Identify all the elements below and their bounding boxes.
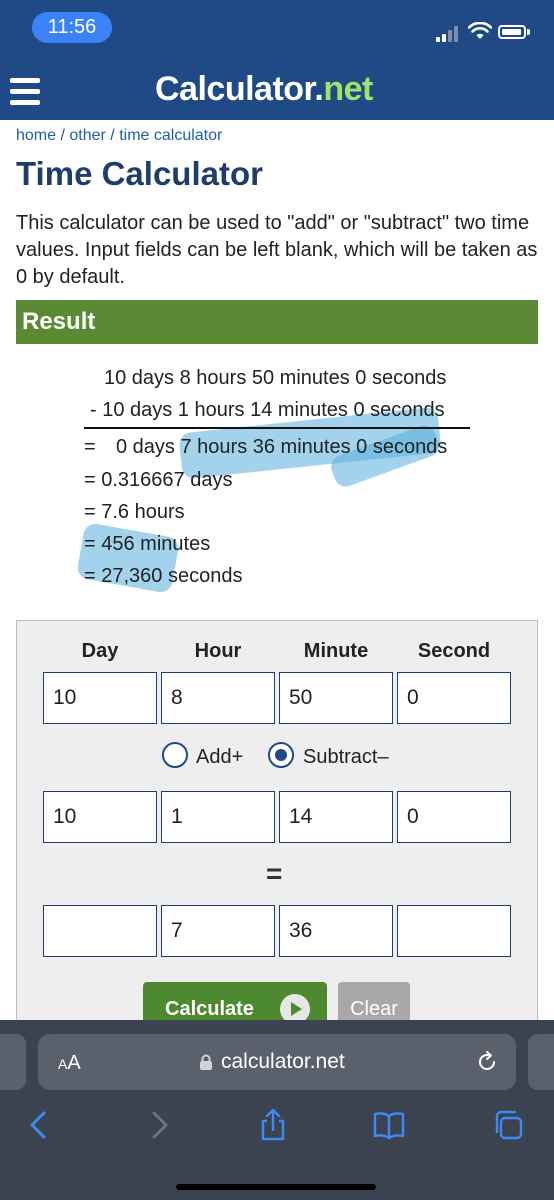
battery-icon [498,25,526,39]
hamburger-menu-icon[interactable] [10,78,40,106]
header-minute: Minute [303,640,369,662]
battery-tip [527,29,530,35]
breadcrumb: home / other / time calculator [16,127,222,145]
breadcrumb-other[interactable]: other [69,127,105,144]
lock-icon [200,1054,212,1070]
calculate-label: Calculate [165,998,254,1020]
subtract-radio[interactable] [268,742,294,768]
result-line-difference: 0 days 7 hours 36 minutes 0 seconds [116,436,448,458]
breadcrumb-sep: / [105,127,120,144]
breadcrumb-home[interactable]: home [16,127,56,144]
header-hour: Hour [194,640,242,662]
result-line-days: = 0.316667 days [84,469,233,491]
result-line-subtrahend: - 10 days 1 hours 14 minutes 0 seconds [90,399,445,421]
second-input-2[interactable]: 0 [397,791,511,843]
site-header: Calculator.net [0,64,554,120]
breadcrumb-sep: / [56,127,70,144]
logo-net: net [323,70,373,108]
add-radio-label[interactable]: Add+ [196,746,243,769]
share-icon[interactable] [256,1108,290,1142]
result-divider [84,427,470,429]
result-heading: Result [16,300,538,344]
tabs-icon[interactable] [492,1108,526,1142]
result-line-minuend: 10 days 8 hours 50 minutes 0 seconds [104,367,447,389]
minute-output[interactable]: 36 [279,905,393,957]
home-indicator [176,1184,376,1190]
next-tab-preview[interactable] [528,1034,554,1090]
hour-input-1[interactable]: 8 [161,672,275,724]
subtract-radio-label[interactable]: Subtract– [303,746,389,769]
day-input-1[interactable]: 10 [43,672,157,724]
status-time: 11:56 [32,12,112,43]
aa-small: A [58,1056,68,1072]
hour-input-2[interactable]: 1 [161,791,275,843]
cellular-signal-icon [436,24,462,42]
aa-big: A [67,1052,81,1074]
logo-main: Calculator [155,70,315,108]
intro-text: This calculator can be used to "add" or … [16,212,538,288]
add-radio[interactable] [162,742,188,768]
back-icon[interactable] [22,1108,56,1142]
site-logo[interactable]: Calculator.net [155,70,373,109]
reload-icon[interactable] [475,1050,499,1074]
header-day: Day [81,640,119,662]
hour-output[interactable]: 7 [161,905,275,957]
day-input-2[interactable]: 10 [43,791,157,843]
bookmarks-icon[interactable] [372,1108,406,1142]
second-input-1[interactable]: 0 [397,672,511,724]
logo-dot: . [314,70,324,108]
reader-settings-button[interactable]: AA [58,1052,81,1075]
page-title: Time Calculator [16,155,263,192]
breadcrumb-time-calculator[interactable]: time calculator [119,127,222,144]
result-line-hours: = 7.6 hours [84,501,185,523]
status-bar: 11:56 [0,0,554,64]
form-equals-sign: = [266,858,283,889]
second-output[interactable] [397,905,511,957]
forward-icon [152,1111,168,1139]
previous-tab-preview[interactable] [0,1034,26,1090]
wifi-icon [468,22,492,39]
result-equals: = [84,436,96,458]
header-second: Second [417,640,491,662]
url-text[interactable]: calculator.net [221,1050,345,1074]
result-line-minutes: = 456 minutes [84,533,211,555]
minute-input-1[interactable]: 50 [279,672,393,724]
day-output[interactable] [43,905,157,957]
minute-input-2[interactable]: 14 [279,791,393,843]
result-line-seconds: = 27,360 seconds [84,565,243,587]
